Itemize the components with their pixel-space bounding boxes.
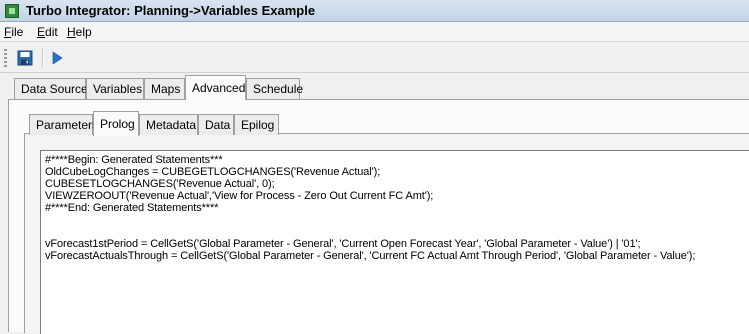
code-line: vForecast1stPeriod = CellGetS('Global Pa… [45,238,641,250]
advanced-tab-panel: #****Begin: Generated Statements*** OldC… [8,99,749,334]
menu-edit[interactable]: Edit [37,25,58,39]
tab-data-source[interactable]: Data Source [14,78,88,99]
code-line: VIEWZEROOUT('Revenue Actual','View for P… [45,190,434,202]
window-title: Turbo Integrator: Planning->Variables Ex… [26,3,316,18]
code-line: OldCubeLogChanges = CUBEGETLOGCHANGES('R… [45,166,381,178]
code-editor[interactable]: #****Begin: Generated Statements*** OldC… [40,150,749,334]
tab-schedule[interactable]: Schedule [246,78,303,99]
menu-help[interactable]: Help [67,25,92,39]
run-button[interactable] [47,48,67,68]
tab-prolog[interactable]: Prolog [93,111,139,136]
code-line: #****End: Generated Statements**** [45,202,219,214]
toolbar [0,43,749,73]
save-button[interactable] [15,48,35,68]
menu-bar: File Edit Help [0,22,749,42]
toolbar-grip[interactable] [4,49,7,67]
tab-advanced[interactable]: Advanced [185,75,246,100]
code-line: CUBESETLOGCHANGES('Revenue Actual', 0); [45,178,275,190]
save-icon [17,50,33,66]
toolbar-separator [42,49,44,67]
tab-metadata[interactable]: Metadata [139,114,198,135]
tab-epilog[interactable]: Epilog [234,114,279,135]
code-line: #****Begin: Generated Statements*** [45,154,223,166]
turbo-integrator-app-icon [5,4,19,18]
tab-parameters[interactable]: Parameters [29,114,98,135]
tab-data[interactable]: Data [198,114,234,135]
tab-maps[interactable]: Maps [144,78,185,99]
title-bar: Turbo Integrator: Planning->Variables Ex… [0,0,749,22]
run-icon [52,51,63,65]
menu-file[interactable]: File [4,25,23,39]
tab-variables[interactable]: Variables [86,78,144,99]
prolog-tab-panel: #****Begin: Generated Statements*** OldC… [24,133,749,334]
code-line: vForecastActualsThrough = CellGetS('Glob… [45,250,696,262]
